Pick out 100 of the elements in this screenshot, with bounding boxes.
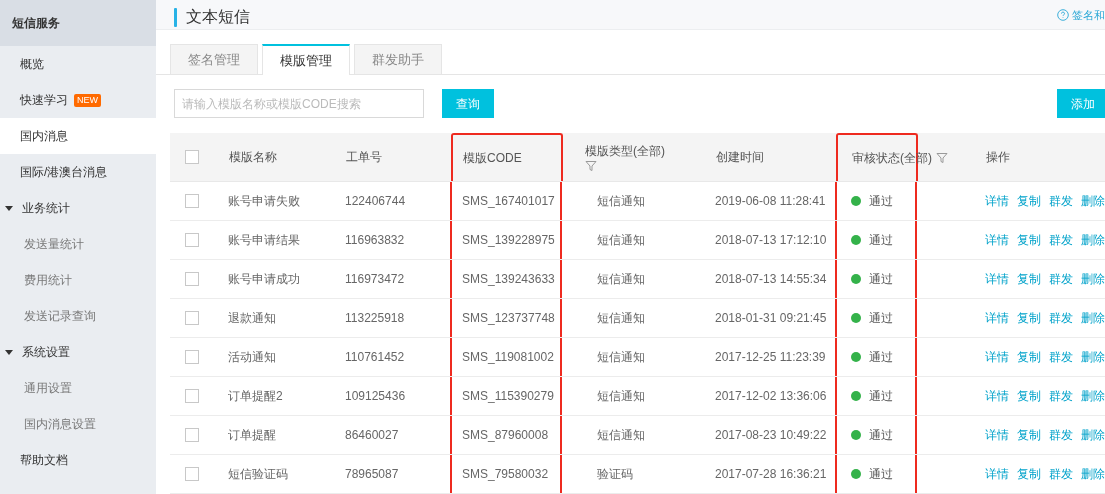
table-cell-text: SMS_87960008: [462, 427, 549, 444]
table-cell-text: 110761452: [345, 349, 405, 366]
table-cell-text: 短信通知: [597, 388, 645, 405]
title-accent: [174, 7, 177, 27]
checkbox[interactable]: [185, 233, 199, 247]
tab[interactable]: 群发助手: [354, 44, 442, 75]
status-text: 通过: [869, 427, 893, 444]
sidebar-subitem[interactable]: 国内消息设置: [0, 406, 156, 442]
action-link[interactable]: 复制: [1017, 348, 1041, 366]
action-link[interactable]: 群发: [1049, 348, 1073, 366]
action-link[interactable]: 群发: [1049, 309, 1073, 327]
table-cell-text: 账号申请结果: [228, 232, 300, 249]
tab[interactable]: 模版管理: [262, 44, 350, 75]
add-template-button[interactable]: 添加: [1057, 89, 1105, 118]
checkbox[interactable]: [185, 389, 199, 403]
action-link[interactable]: 删除: [1081, 270, 1105, 288]
checkbox[interactable]: [185, 428, 199, 442]
action-link[interactable]: 详情: [985, 465, 1009, 483]
sidebar-item[interactable]: 国内消息: [0, 118, 156, 154]
action-link[interactable]: 群发: [1049, 231, 1073, 249]
action-link[interactable]: 删除: [1081, 192, 1105, 210]
action-link[interactable]: 删除: [1081, 426, 1105, 444]
sidebar-item[interactable]: 帮助文档: [0, 442, 156, 478]
tab[interactable]: 签名管理: [170, 44, 258, 75]
action-link[interactable]: 详情: [985, 270, 1009, 288]
column-header: 模版类型(全部): [585, 143, 665, 160]
table-cell-text: 短信验证码: [228, 466, 288, 483]
action-link[interactable]: 群发: [1049, 270, 1073, 288]
status-text: 通过: [869, 271, 893, 288]
sidebar-label: 系统设置: [22, 344, 70, 361]
action-link[interactable]: 详情: [985, 426, 1009, 444]
checkbox[interactable]: [185, 467, 199, 481]
action-link[interactable]: 复制: [1017, 309, 1041, 327]
sidebar-subitem[interactable]: 通用设置: [0, 370, 156, 406]
table-cell-text: 2017-12-25 11:23:39: [715, 349, 826, 366]
action-link[interactable]: 复制: [1017, 192, 1041, 210]
table-cell-text: SMS_139243633: [462, 271, 555, 288]
action-link[interactable]: 群发: [1049, 192, 1073, 210]
action-link[interactable]: 详情: [985, 231, 1009, 249]
table-cell-text: 短信通知: [597, 427, 645, 444]
action-link[interactable]: 复制: [1017, 270, 1041, 288]
action-link[interactable]: 删除: [1081, 465, 1105, 483]
help-link[interactable]: 签名和: [1057, 5, 1105, 24]
column-header: 操作: [986, 149, 1010, 166]
action-link[interactable]: 群发: [1049, 465, 1073, 483]
checkbox[interactable]: [185, 311, 199, 325]
checkbox[interactable]: [185, 350, 199, 364]
action-link[interactable]: 复制: [1017, 426, 1041, 444]
checkbox[interactable]: [185, 194, 199, 208]
caret-icon[interactable]: [5, 348, 13, 356]
filter-icon[interactable]: [936, 152, 948, 164]
filter-icon[interactable]: [585, 160, 597, 172]
sidebar-subitem[interactable]: 发送记录查询: [0, 298, 156, 334]
sidebar-label: 帮助文档: [20, 452, 68, 469]
action-link[interactable]: 删除: [1081, 348, 1105, 366]
sidebar-title: 短信服务: [0, 0, 156, 46]
action-link[interactable]: 复制: [1017, 465, 1041, 483]
action-link[interactable]: 详情: [985, 309, 1009, 327]
sidebar-item[interactable]: 快速学习 NEW: [0, 82, 156, 118]
sidebar-label: 国内消息: [20, 128, 68, 145]
sidebar-subitem[interactable]: 发送量统计: [0, 226, 156, 262]
checkbox[interactable]: [185, 272, 199, 286]
sidebar-item[interactable]: 国际/港澳台消息: [0, 154, 156, 190]
table-cell-text: 短信通知: [597, 232, 645, 249]
sidebar-item[interactable]: 概览: [0, 46, 156, 82]
table-cell-text: 短信通知: [597, 271, 645, 288]
action-link[interactable]: 详情: [985, 387, 1009, 405]
action-link[interactable]: 复制: [1017, 387, 1041, 405]
table-cell-text: SMS_139228975: [462, 232, 555, 249]
search-field[interactable]: 请输入模版名称或模版CODE搜索: [174, 89, 424, 118]
table-cell-text: 短信通知: [597, 193, 645, 210]
action-link[interactable]: 复制: [1017, 231, 1041, 249]
action-link[interactable]: 删除: [1081, 309, 1105, 327]
action-link[interactable]: 删除: [1081, 387, 1105, 405]
caret-icon[interactable]: [5, 204, 13, 212]
checkbox[interactable]: [185, 150, 199, 164]
table-cell-text: 活动通知: [228, 349, 276, 366]
table-cell-text: SMS_79580032: [462, 466, 549, 483]
sidebar-label: 国际/港澳台消息: [20, 164, 108, 181]
table-cell-text: 账号申请成功: [228, 271, 300, 288]
table-cell-text: 退款通知: [228, 310, 276, 327]
table-cell-text: 2018-07-13 14:55:34: [715, 271, 827, 288]
table-cell-text: 122406744: [345, 193, 406, 210]
sidebar-label: 国内消息设置: [24, 416, 96, 433]
action-link[interactable]: 群发: [1049, 387, 1073, 405]
query-button[interactable]: 查询: [442, 89, 494, 118]
table-cell-text: 短信通知: [597, 310, 645, 327]
sidebar-label: 通用设置: [24, 380, 72, 397]
action-link[interactable]: 删除: [1081, 231, 1105, 249]
table-cell-text: SMS_115390279: [462, 388, 554, 405]
sidebar-label: 业务统计: [22, 200, 70, 217]
sidebar-item[interactable]: 系统设置: [0, 334, 156, 370]
action-link[interactable]: 详情: [985, 192, 1009, 210]
status-text: 通过: [869, 466, 893, 483]
table-cell-text: 订单提醒: [228, 427, 276, 444]
table-cell-text: 86460027: [345, 427, 399, 444]
sidebar-subitem[interactable]: 费用统计: [0, 262, 156, 298]
sidebar-item[interactable]: 业务统计: [0, 190, 156, 226]
action-link[interactable]: 群发: [1049, 426, 1073, 444]
action-link[interactable]: 详情: [985, 348, 1009, 366]
